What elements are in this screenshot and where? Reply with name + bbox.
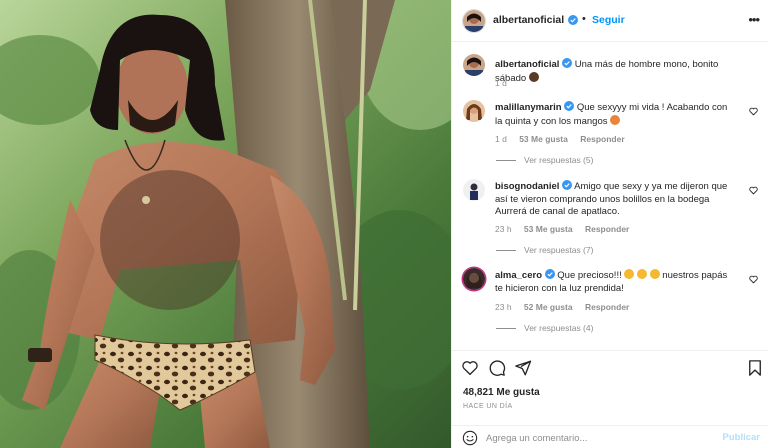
comment-text: malillanymarin Que sexyyy mi vida ! Acab… <box>495 101 733 128</box>
reply-button[interactable]: Responder <box>585 224 629 234</box>
comment-text: alma_cero Que precioso!!! nuestros papás… <box>495 269 733 295</box>
heart-icon[interactable] <box>749 107 758 116</box>
comment-likes[interactable]: 53 Me gusta <box>524 224 573 234</box>
comment-icon[interactable] <box>488 359 506 377</box>
publish-button[interactable]: Publicar <box>723 432 761 443</box>
commenter-username[interactable]: malillanymarin <box>495 102 562 113</box>
comment-likes[interactable]: 53 Me gusta <box>519 134 568 144</box>
view-replies-button[interactable]: Ver respuestas (5) <box>496 155 593 165</box>
mango-emoji-icon <box>610 114 621 125</box>
commenter-avatar[interactable] <box>463 268 485 290</box>
verified-badge-icon <box>562 58 573 68</box>
heart-icon[interactable] <box>461 359 479 377</box>
reply-button[interactable]: Responder <box>580 134 624 144</box>
comment-meta: 23 h 52 Me gusta Responder <box>495 302 639 312</box>
comment-time: 1 d <box>495 134 507 144</box>
heart-eyes-emoji-icon <box>649 269 660 279</box>
heart-icon[interactable] <box>749 186 758 195</box>
view-replies-button[interactable]: Ver respuestas (4) <box>496 323 593 333</box>
caption-username[interactable]: albertanoficial <box>495 59 559 70</box>
smile-icon[interactable] <box>462 430 478 446</box>
verified-badge-icon <box>568 15 578 25</box>
avatar-image <box>463 10 485 32</box>
caption-text: albertanoficial Una más de hombre mono, … <box>495 58 733 85</box>
post-actions: 48,821 Me gusta HACE UN DÍA Publicar <box>452 350 768 448</box>
avatar-image <box>463 179 485 201</box>
bookmark-icon[interactable] <box>746 359 764 377</box>
comments-list[interactable]: albertanoficial Una más de hombre mono, … <box>452 42 768 350</box>
commenter-avatar[interactable] <box>463 179 485 201</box>
view-replies-button[interactable]: Ver respuestas (7) <box>496 245 593 255</box>
verified-badge-icon <box>544 269 555 279</box>
replies-divider <box>496 327 516 329</box>
more-options-icon[interactable]: ••• <box>748 12 760 27</box>
heart-eyes-emoji-icon <box>624 269 635 279</box>
comment-likes[interactable]: 52 Me gusta <box>524 302 573 312</box>
view-replies-label: Ver respuestas (7) <box>524 245 594 255</box>
comment-meta: 1 d 53 Me gusta Responder <box>495 134 635 144</box>
post-image <box>0 0 451 448</box>
author-username[interactable]: albertanoficial <box>493 14 564 26</box>
caption: albertanoficial Una más de hombre mono, … <box>463 54 763 94</box>
commenter-username[interactable]: alma_cero <box>495 270 542 281</box>
view-replies-label: Ver respuestas (5) <box>524 155 594 165</box>
comment-meta: 23 h 53 Me gusta Responder <box>495 224 639 234</box>
reply-button[interactable]: Responder <box>585 302 629 312</box>
post-header: albertanoficial • Seguir ••• <box>452 0 768 42</box>
monkey-emoji-icon <box>528 71 539 82</box>
comment-time: 23 h <box>495 224 512 234</box>
header-separator: • <box>582 13 586 25</box>
likes-number: 48,821 <box>463 387 494 398</box>
post-time-ago: HACE UN DÍA <box>463 403 513 410</box>
comment-item: malillanymarin Que sexyyy mi vida ! Acab… <box>463 100 763 146</box>
comment-item: alma_cero Que precioso!!! nuestros papás… <box>463 268 763 314</box>
heart-eyes-emoji-icon <box>637 269 647 279</box>
post-photo[interactable] <box>0 0 451 448</box>
comment-item: bisognodaniel Amigo que sexy y ya me dij… <box>463 179 763 237</box>
share-icon[interactable] <box>514 359 532 377</box>
avatar-image <box>463 268 485 290</box>
likes-suffix: Me gusta <box>496 387 540 398</box>
heart-icon[interactable] <box>749 275 758 284</box>
caption-meta: 1 d <box>495 78 517 88</box>
post-side-panel: albertanoficial • Seguir ••• albertanofi… <box>451 0 768 448</box>
verified-badge-icon <box>564 101 575 111</box>
follow-button[interactable]: Seguir <box>592 14 625 26</box>
comment-text: bisognodaniel Amigo que sexy y ya me dij… <box>495 180 733 219</box>
commenter-username[interactable]: bisognodaniel <box>495 181 559 192</box>
comment-body-start: Que precioso!!! <box>557 270 622 281</box>
comment-time: 23 h <box>495 302 512 312</box>
caption-time: 1 d <box>495 78 507 88</box>
avatar-image <box>463 100 485 122</box>
author-avatar[interactable] <box>463 10 485 32</box>
likes-count[interactable]: 48,821 Me gusta <box>463 387 540 398</box>
add-comment-bar: Publicar <box>452 425 768 448</box>
caption-avatar[interactable] <box>463 54 485 76</box>
replies-divider <box>496 159 516 161</box>
comment-input[interactable] <box>486 429 706 447</box>
avatar-image <box>463 54 485 76</box>
commenter-avatar[interactable] <box>463 100 485 122</box>
verified-badge-icon <box>562 180 573 190</box>
view-replies-label: Ver respuestas (4) <box>524 323 594 333</box>
replies-divider <box>496 249 516 251</box>
